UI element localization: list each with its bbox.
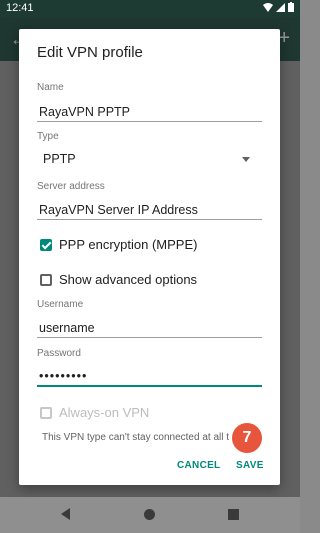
server-address-field[interactable]: RayaVPN Server IP Address <box>37 201 262 220</box>
always-on-checkbox <box>40 406 52 419</box>
navigation-bar <box>0 497 300 533</box>
nav-home-icon[interactable] <box>144 509 155 520</box>
edit-vpn-dialog: Edit VPN profile Name RayaVPN PPTP Type … <box>19 29 280 485</box>
status-bar: 12:41 <box>0 0 300 17</box>
username-label: Username <box>37 299 84 310</box>
wifi-icon <box>263 2 273 12</box>
nav-recent-apps-icon[interactable] <box>228 509 239 520</box>
password-label: Password <box>37 348 81 359</box>
step-badge: 7 <box>232 423 262 453</box>
ppp-encryption-checkbox[interactable] <box>40 238 52 251</box>
nav-back-icon[interactable] <box>61 508 70 520</box>
status-time: 12:41 <box>6 2 34 14</box>
server-address-label: Server address <box>37 181 105 192</box>
signal-icon <box>276 2 285 12</box>
always-on-label: Always-on VPN <box>59 405 150 420</box>
battery-icon <box>288 2 294 12</box>
advanced-options-checkbox[interactable] <box>40 273 52 286</box>
name-field[interactable]: RayaVPN PPTP <box>37 103 262 122</box>
dialog-title: Edit VPN profile <box>37 44 143 61</box>
always-on-checkbox-row: Always-on VPN <box>40 405 149 420</box>
username-field[interactable]: username <box>37 319 262 338</box>
type-value: PPTP <box>43 152 76 166</box>
cancel-button[interactable]: CANCEL <box>177 460 220 471</box>
ppp-encryption-label: PPP encryption (MPPE) <box>59 237 198 252</box>
advanced-options-label: Show advanced options <box>59 272 198 287</box>
name-label: Name <box>37 82 64 93</box>
save-button[interactable]: SAVE <box>236 460 264 471</box>
ppp-encryption-checkbox-row[interactable]: PPP encryption (MPPE) <box>40 237 197 252</box>
dropdown-arrow-icon <box>242 157 250 162</box>
advanced-options-checkbox-row[interactable]: Show advanced options <box>40 272 197 287</box>
type-dropdown[interactable]: PPTP <box>37 149 260 169</box>
password-field[interactable]: ••••••••• <box>37 367 262 387</box>
type-label: Type <box>37 131 59 142</box>
